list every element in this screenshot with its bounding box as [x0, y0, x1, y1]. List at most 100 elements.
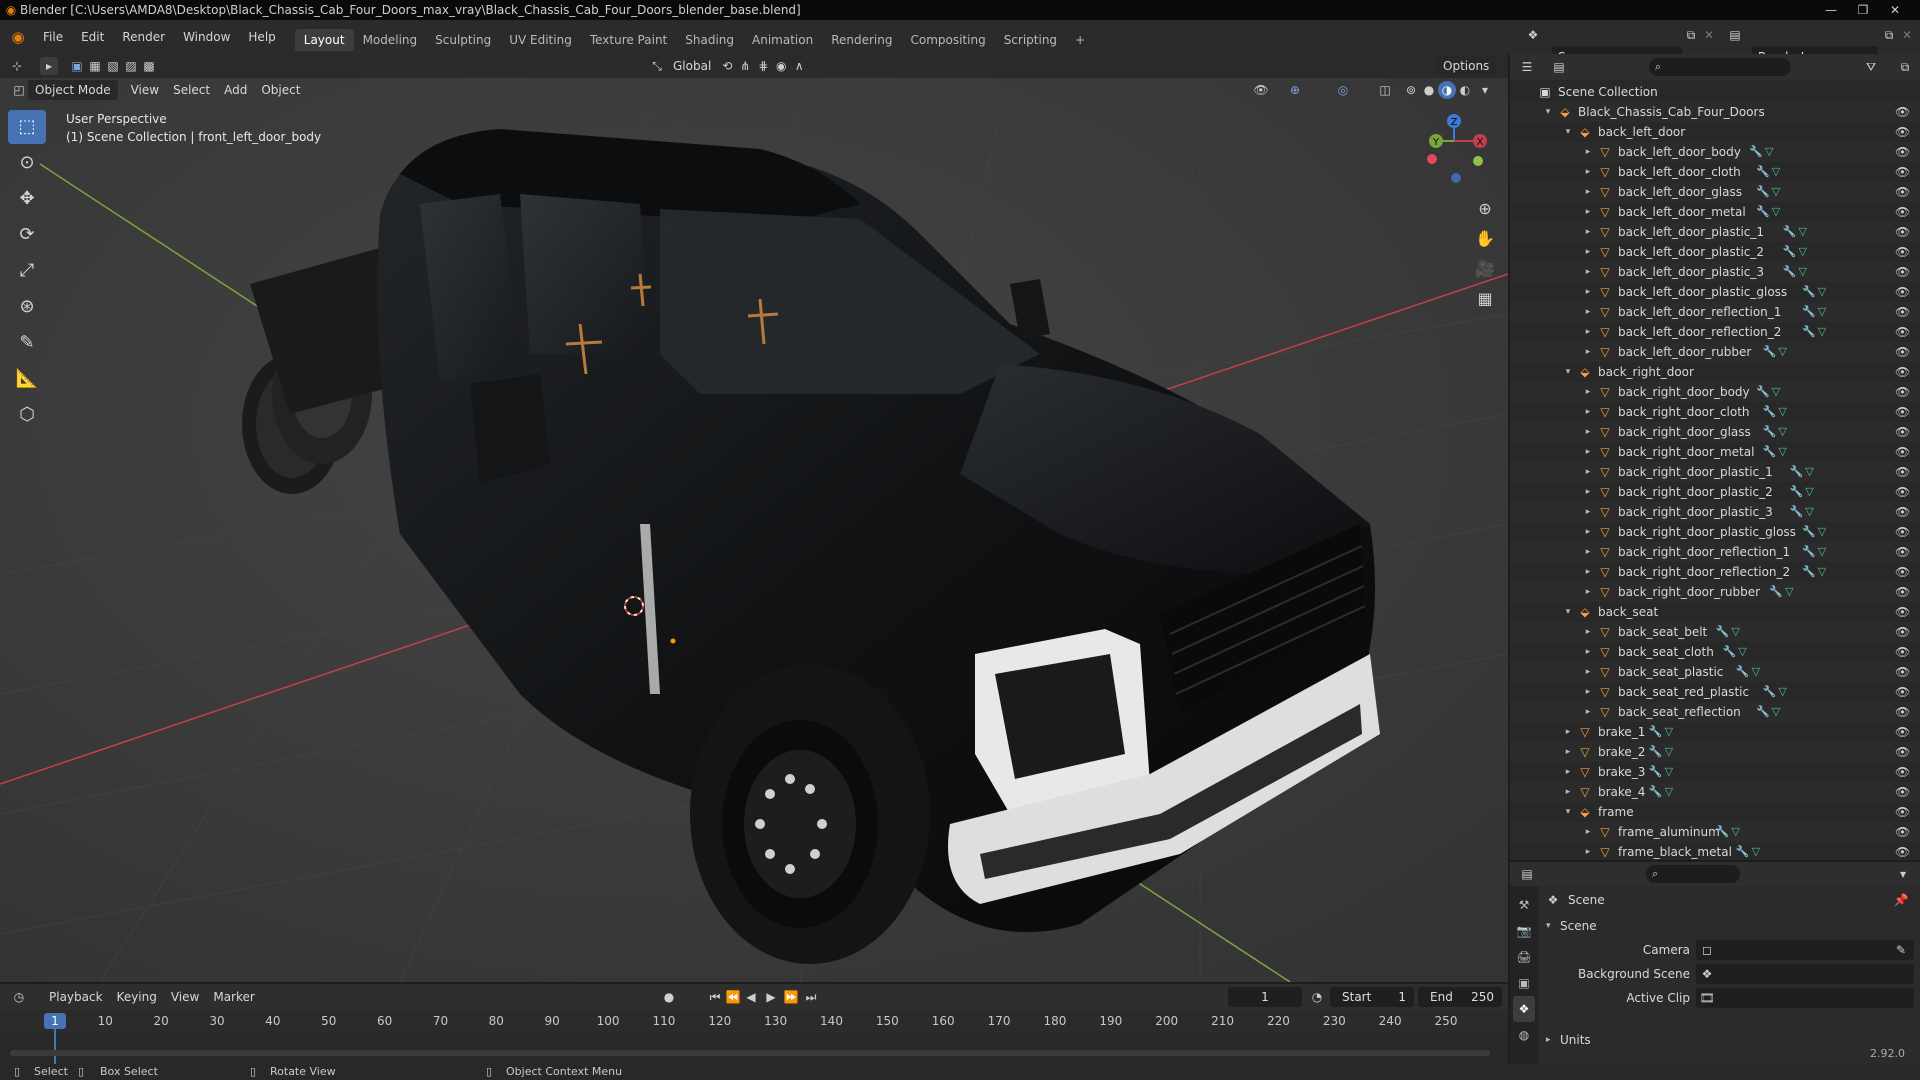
expand-right-icon[interactable]: ▸: [1582, 582, 1594, 602]
visibility-eye-icon[interactable]: 👁: [1895, 102, 1910, 122]
expand-right-icon[interactable]: ▸: [1582, 282, 1594, 302]
modifier-icons[interactable]: 🔧 ▽: [1763, 422, 1787, 442]
expand-right-icon[interactable]: ▸: [1582, 562, 1594, 582]
modifier-icons[interactable]: 🔧 ▽: [1756, 162, 1780, 182]
3d-viewport[interactable]: Z X Y ⊹ ▸ ▣ ▦ ▧ ▨ ▩ ⤡ Global ⟲ ⋔ ⋕ ◉ ∧ O…: [0, 54, 1508, 982]
outliner-row[interactable]: ▸ ▽ brake_1 🔧 ▽ 👁: [1510, 722, 1920, 742]
expand-right-icon[interactable]: ▸: [1582, 402, 1594, 422]
blender-menu-icon[interactable]: ◉: [8, 27, 28, 47]
modifier-wrench-icon[interactable]: 🔧: [1649, 765, 1663, 778]
properties-options-icon[interactable]: ▾: [1894, 865, 1912, 883]
visibility-eye-icon[interactable]: 👁: [1895, 642, 1910, 662]
timeline-editor-type-icon[interactable]: ◷: [10, 988, 28, 1006]
expand-right-icon[interactable]: ▸: [1582, 442, 1594, 462]
menu-marker[interactable]: Marker: [206, 987, 261, 1007]
modifier-wrench-icon[interactable]: 🔧: [1756, 165, 1770, 178]
expand-right-icon[interactable]: ▸: [1562, 782, 1574, 802]
tab-scripting[interactable]: Scripting: [995, 29, 1066, 51]
modifier-wrench-icon[interactable]: 🔧: [1802, 565, 1816, 578]
outliner-row[interactable]: ▾ ⬙ back_right_door 👁: [1510, 362, 1920, 382]
visibility-eye-icon[interactable]: 👁: [1895, 702, 1910, 722]
rotate-tool[interactable]: ⟳: [8, 218, 46, 252]
modifier-wrench-icon[interactable]: 🔧: [1756, 385, 1770, 398]
mesh-data-icon[interactable]: ▽: [1778, 685, 1786, 698]
expand-right-icon[interactable]: ▸: [1582, 202, 1594, 222]
visibility-eye-icon[interactable]: 👁: [1895, 622, 1910, 642]
modifier-icons[interactable]: 🔧 ▽: [1783, 222, 1807, 242]
select-mode-extend-icon[interactable]: ▦: [86, 57, 104, 75]
mesh-data-icon[interactable]: ▽: [1752, 845, 1760, 858]
scene-section-header[interactable]: Scene: [1560, 916, 1597, 936]
mesh-data-icon[interactable]: ▽: [1785, 585, 1793, 598]
end-frame-field[interactable]: End 250: [1418, 987, 1502, 1007]
mesh-data-icon[interactable]: ▽: [1738, 645, 1746, 658]
expand-right-icon[interactable]: ▸: [1582, 662, 1594, 682]
modifier-icons[interactable]: 🔧 ▽: [1763, 342, 1787, 362]
modifier-wrench-icon[interactable]: 🔧: [1649, 785, 1663, 798]
modifier-wrench-icon[interactable]: 🔧: [1769, 585, 1783, 598]
modifier-icons[interactable]: 🔧 ▽: [1763, 442, 1787, 462]
mesh-data-icon[interactable]: ▽: [1752, 665, 1760, 678]
expand-right-icon[interactable]: ▸: [1582, 462, 1594, 482]
modifier-icons[interactable]: 🔧 ▽: [1736, 662, 1760, 682]
visibility-eye-icon[interactable]: 👁: [1895, 782, 1910, 802]
proportional-falloff-icon[interactable]: ∧: [790, 57, 808, 75]
expand-right-icon[interactable]: ▸: [1582, 142, 1594, 162]
close-button[interactable]: ✕: [1880, 0, 1910, 20]
add-workspace-button[interactable]: +: [1066, 29, 1094, 51]
outliner-row[interactable]: ▸ ▽ back_right_door_plastic_3 🔧 ▽ 👁: [1510, 502, 1920, 522]
expand-right-icon[interactable]: ▸: [1582, 302, 1594, 322]
outliner-row[interactable]: ▸ ▽ back_left_door_plastic_3 🔧 ▽ 👁: [1510, 262, 1920, 282]
object-mode-dropdown[interactable]: Object Mode: [28, 80, 118, 100]
new-scene-icon[interactable]: ⧉: [1682, 26, 1700, 44]
mesh-data-icon[interactable]: ▽: [1805, 485, 1813, 498]
properties-search-input[interactable]: ⌕: [1646, 865, 1740, 883]
scene-selector-icon[interactable]: ❖: [1524, 26, 1542, 44]
modifier-icons[interactable]: 🔧 ▽: [1649, 722, 1673, 742]
render-tab-icon[interactable]: 📷: [1513, 918, 1535, 944]
visibility-eye-icon[interactable]: 👁: [1895, 482, 1910, 502]
outliner-row[interactable]: ▸ ▽ back_left_door_cloth 🔧 ▽ 👁: [1510, 162, 1920, 182]
expand-right-icon[interactable]: ▸: [1582, 822, 1594, 842]
modifier-icons[interactable]: 🔧 ▽: [1716, 822, 1740, 842]
modifier-wrench-icon[interactable]: 🔧: [1790, 485, 1804, 498]
shading-rendered-icon[interactable]: ◐: [1456, 81, 1474, 99]
modifier-icons[interactable]: 🔧 ▽: [1763, 682, 1787, 702]
current-frame-field[interactable]: 1: [1228, 987, 1302, 1007]
outliner-row[interactable]: ▸ ▽ back_right_door_reflection_2 🔧 ▽ 👁: [1510, 562, 1920, 582]
modifier-icons[interactable]: 🔧 ▽: [1649, 742, 1673, 762]
pin-icon[interactable]: 📌: [1892, 891, 1910, 909]
mesh-data-icon[interactable]: ▽: [1772, 705, 1780, 718]
menu-keying[interactable]: Keying: [110, 987, 164, 1007]
modifier-wrench-icon[interactable]: 🔧: [1756, 185, 1770, 198]
camera-view-icon[interactable]: 🎥: [1472, 254, 1498, 284]
menu-help[interactable]: Help: [239, 20, 284, 54]
outliner-row[interactable]: ▸ ▽ back_left_door_metal 🔧 ▽ 👁: [1510, 202, 1920, 222]
visibility-eye-icon[interactable]: 👁: [1895, 542, 1910, 562]
menu-render[interactable]: Render: [113, 20, 174, 54]
outliner-row[interactable]: ▸ ▽ back_right_door_cloth 🔧 ▽ 👁: [1510, 402, 1920, 422]
outliner-row[interactable]: ▸ ▽ back_left_door_plastic_gloss 🔧 ▽ 👁: [1510, 282, 1920, 302]
expand-right-icon[interactable]: ▸: [1582, 682, 1594, 702]
mesh-data-icon[interactable]: ▽: [1765, 145, 1773, 158]
play-icon[interactable]: ▶: [762, 988, 780, 1006]
display-mode-icon[interactable]: ▤: [1550, 58, 1568, 76]
tab-shading[interactable]: Shading: [676, 29, 743, 51]
cursor-tool[interactable]: ⊙: [8, 146, 46, 180]
expand-right-icon[interactable]: ▸: [1582, 422, 1594, 442]
modifier-icons[interactable]: 🔧 ▽: [1802, 322, 1826, 342]
measure-tool[interactable]: 📐: [8, 362, 46, 396]
gizmo-neg-x-icon[interactable]: [1427, 154, 1437, 164]
outliner-row[interactable]: ▣ Scene Collection: [1510, 82, 1920, 102]
expand-right-icon[interactable]: ▸: [1582, 262, 1594, 282]
outliner-row[interactable]: ▸ ▽ back_seat_belt 🔧 ▽ 👁: [1510, 622, 1920, 642]
modifier-icons[interactable]: 🔧 ▽: [1769, 582, 1793, 602]
modifier-wrench-icon[interactable]: 🔧: [1736, 665, 1750, 678]
visibility-eye-icon[interactable]: 👁: [1895, 142, 1910, 162]
move-tool[interactable]: ✥: [8, 182, 46, 216]
outliner-row[interactable]: ▸ ▽ back_left_door_glass 🔧 ▽ 👁: [1510, 182, 1920, 202]
visibility-eye-icon[interactable]: 👁: [1895, 242, 1910, 262]
modifier-wrench-icon[interactable]: 🔧: [1790, 505, 1804, 518]
menu-playback[interactable]: Playback: [42, 987, 110, 1007]
units-section-header[interactable]: Units: [1560, 1030, 1591, 1050]
